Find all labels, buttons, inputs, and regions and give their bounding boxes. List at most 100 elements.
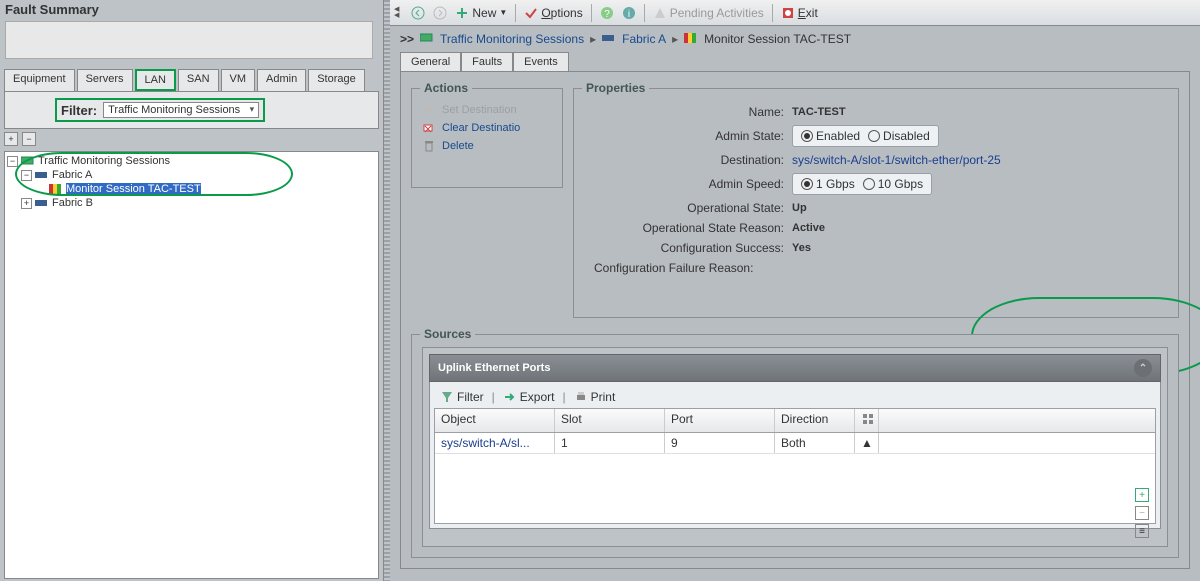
tree-toggle-fabric-a[interactable]: − <box>21 170 32 181</box>
radio-10gbps[interactable]: 10 Gbps <box>863 177 923 191</box>
uplink-ports-grid: Object Slot Port Direction <box>434 408 1156 524</box>
filter-row: Filter: Traffic Monitoring Sessions <box>4 91 379 129</box>
sources-legend: Sources <box>420 327 475 341</box>
tab-faults[interactable]: Faults <box>461 52 513 71</box>
tab-events[interactable]: Events <box>513 52 569 71</box>
remove-row-icon[interactable]: − <box>1135 506 1149 520</box>
col-port[interactable]: Port <box>665 409 775 432</box>
op-state-label: Operational State: <box>584 201 784 215</box>
radio-1gbps[interactable]: 1 Gbps <box>801 177 855 191</box>
pending-activities-button[interactable]: Pending Activities <box>653 6 764 20</box>
tab-general[interactable]: General <box>400 52 461 71</box>
sources-toolbar: Filter | Export | Print <box>434 386 1156 408</box>
col-direction[interactable]: Direction <box>775 409 855 432</box>
col-object[interactable]: Object <box>435 409 555 432</box>
svg-text:i: i <box>628 9 630 20</box>
filter-select[interactable]: Traffic Monitoring Sessions <box>103 102 259 118</box>
collapse-chevron-icon[interactable]: ⌃ <box>1134 359 1152 377</box>
info-icon[interactable]: i <box>622 6 636 20</box>
trash-icon <box>422 139 436 153</box>
actions-fieldset: Actions Set Destination Clear Destinatio… <box>411 88 563 188</box>
table-settings-icon <box>861 412 875 426</box>
top-toolbar: ◀◀ New▼ OOptionsptions ? i Pending Activ… <box>390 0 1200 26</box>
exit-button[interactable]: Exit <box>781 6 818 20</box>
destination-label: Destination: <box>584 153 784 167</box>
detail-tabs: General Faults Events <box>390 52 1200 71</box>
tab-servers[interactable]: Servers <box>77 69 133 91</box>
help-icon[interactable]: ? <box>600 6 614 20</box>
action-delete[interactable]: Delete <box>422 139 552 153</box>
actions-legend: Actions <box>420 81 472 95</box>
add-row-icon[interactable]: + <box>1135 488 1149 502</box>
plus-icon <box>455 6 469 20</box>
breadcrumb-level-3: Monitor Session TAC-TEST <box>704 32 851 46</box>
tab-vm[interactable]: VM <box>221 69 256 91</box>
tab-storage[interactable]: Storage <box>308 69 365 91</box>
tree-toolbar: + − <box>0 129 383 149</box>
col-slot[interactable]: Slot <box>555 409 665 432</box>
forward-icon[interactable] <box>433 6 447 20</box>
monitor-icon <box>21 156 35 166</box>
filter-button[interactable]: Filter <box>436 390 488 404</box>
name-label: Name: <box>584 105 784 119</box>
tab-lan[interactable]: LAN <box>135 69 176 91</box>
cell-slot: 1 <box>555 433 665 453</box>
breadcrumb: >> Traffic Monitoring Sessions ▸ Fabric … <box>390 26 1200 52</box>
filter-label: Filter: <box>61 103 97 118</box>
triangle-icon <box>653 6 667 20</box>
cfg-success-value: Yes <box>792 242 811 254</box>
expand-all-button[interactable]: + <box>4 132 18 146</box>
tab-equipment[interactable]: Equipment <box>4 69 75 91</box>
monitor-icon <box>420 32 434 46</box>
tree-root[interactable]: Traffic Monitoring Sessions <box>38 155 170 167</box>
arrow-right-icon <box>503 390 517 404</box>
pane-collapse-arrows[interactable]: ◀◀ <box>394 7 399 19</box>
tree-toggle-root[interactable]: − <box>7 156 18 167</box>
radio-enabled[interactable]: Enabled <box>801 129 860 143</box>
table-row[interactable]: sys/switch-A/sl... 1 9 Both ▲ <box>435 433 1155 454</box>
uplink-ports-header[interactable]: Uplink Ethernet Ports ⌃ <box>429 354 1161 382</box>
breadcrumb-level-2[interactable]: Fabric A <box>622 32 666 46</box>
breadcrumb-level-1[interactable]: Traffic Monitoring Sessions <box>440 32 584 46</box>
export-button[interactable]: Export <box>499 390 559 404</box>
radio-disabled[interactable]: Disabled <box>868 129 930 143</box>
right-pane: ◀◀ New▼ OOptionsptions ? i Pending Activ… <box>390 0 1200 581</box>
op-reason-label: Operational State Reason: <box>584 221 784 235</box>
tree-toggle-fabric-b[interactable]: + <box>21 198 32 209</box>
exit-icon <box>781 6 795 20</box>
tree-session[interactable]: Monitor Session TAC-TEST <box>66 183 201 195</box>
print-button[interactable]: Print <box>570 390 620 404</box>
back-icon[interactable] <box>411 6 425 20</box>
new-button[interactable]: New▼ <box>455 6 507 20</box>
nav-tree: − Traffic Monitoring Sessions − Fabric A… <box>4 151 379 579</box>
op-reason-value: Active <box>792 222 825 234</box>
breadcrumb-prefix: >> <box>400 32 414 46</box>
options-button[interactable]: OOptionsptions <box>524 6 582 20</box>
cell-scroll-up[interactable]: ▲ <box>855 433 879 453</box>
nav-tabs: Equipment Servers LAN SAN VM Admin Stora… <box>0 69 383 91</box>
fault-summary-title: Fault Summary <box>5 2 378 17</box>
session-icon <box>684 32 698 46</box>
cfg-fail-label: Configuration Failure Reason: <box>594 261 794 275</box>
cell-port: 9 <box>665 433 775 453</box>
fault-summary: Fault Summary <box>0 0 383 69</box>
left-pane: Fault Summary Equipment Servers LAN SAN … <box>0 0 384 581</box>
properties-legend: Properties <box>582 81 649 95</box>
destination-link[interactable]: sys/switch-A/slot-1/switch-ether/port-25 <box>792 153 1001 167</box>
admin-state-label: Admin State: <box>584 129 784 143</box>
properties-fieldset: Properties Name: TAC-TEST Admin State: E… <box>573 88 1179 318</box>
collapse-all-button[interactable]: − <box>22 132 36 146</box>
col-settings[interactable] <box>855 409 879 432</box>
funnel-icon <box>440 390 454 404</box>
tree-fabric-a[interactable]: Fabric A <box>52 169 92 181</box>
fault-summary-blank <box>5 21 373 59</box>
tab-san[interactable]: SAN <box>178 69 219 91</box>
tree-fabric-b[interactable]: Fabric B <box>52 197 93 209</box>
action-clear-destination[interactable]: Clear Destinatio <box>422 121 552 135</box>
grip-icon[interactable]: ≡ <box>1135 524 1149 538</box>
cell-object[interactable]: sys/switch-A/sl... <box>435 433 555 453</box>
action-set-destination: Set Destination <box>422 103 552 117</box>
tab-admin[interactable]: Admin <box>257 69 306 91</box>
op-state-value: Up <box>792 202 807 214</box>
printer-icon <box>574 390 588 404</box>
